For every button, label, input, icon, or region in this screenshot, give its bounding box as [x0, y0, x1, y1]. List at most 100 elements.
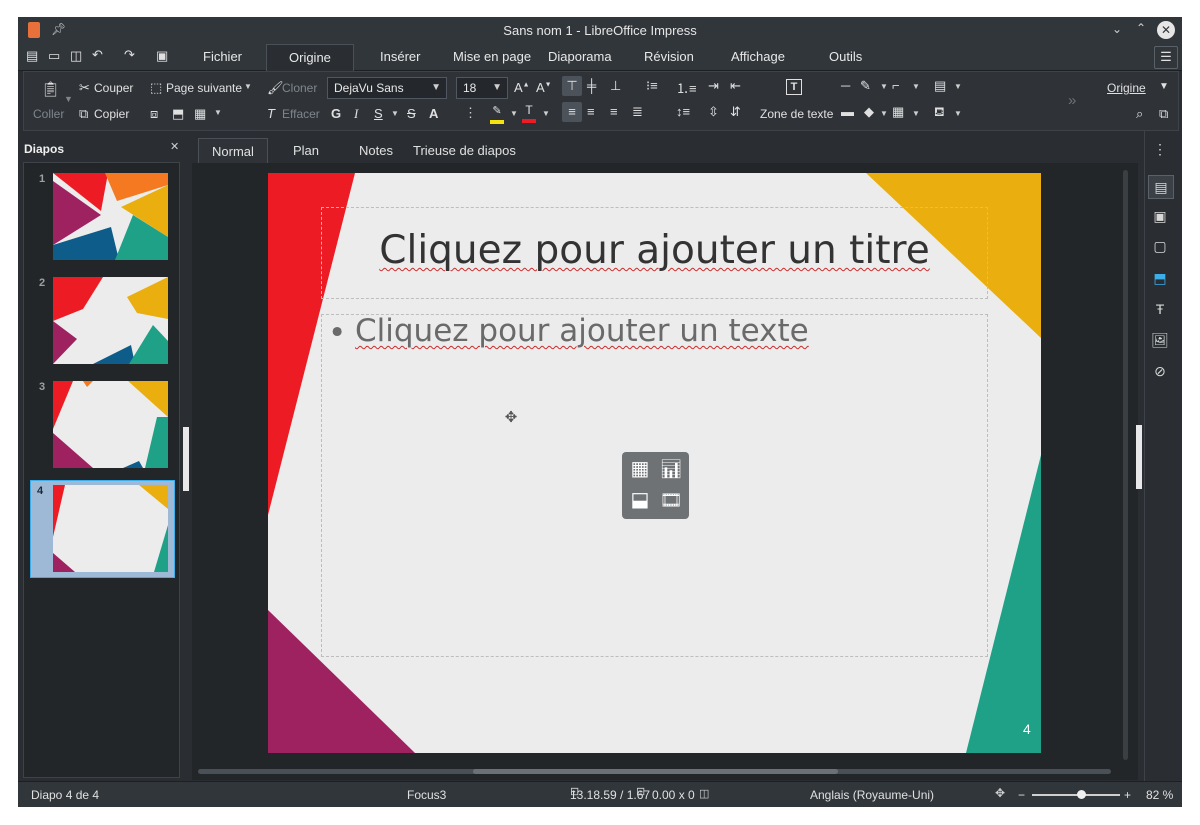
chevron-down-icon[interactable]: ▼ [431, 78, 441, 98]
clone-button[interactable]: Cloner [282, 81, 317, 95]
save-icon[interactable]: ◫ [70, 48, 82, 64]
align-center-icon[interactable]: ≡ [587, 104, 595, 119]
clear-button[interactable]: Effacer [282, 107, 320, 121]
align-left-icon[interactable]: ≡ [562, 102, 582, 122]
align-right-icon[interactable]: ≡ [610, 104, 618, 119]
arrange-icon[interactable]: ▤ [934, 78, 946, 94]
copy-button[interactable]: Copier [94, 107, 129, 121]
insert-table-icon[interactable]: ▦ [628, 457, 652, 481]
insert-video-icon[interactable]: 🎞︎ [659, 488, 683, 512]
zoom-slider-handle[interactable] [1077, 790, 1086, 799]
highlight-color-icon[interactable]: ✎ [490, 104, 504, 124]
char-color-icon[interactable]: T [522, 103, 536, 123]
justify-icon[interactable]: ≣ [632, 104, 643, 120]
properties-icon[interactable]: ▤ [1148, 175, 1174, 199]
grow-font-icon[interactable]: A▲ [514, 80, 530, 95]
font-name-combo[interactable]: DejaVu Sans ▼ [327, 77, 447, 99]
arrange-dropdown-icon[interactable]: ▼ [954, 82, 962, 91]
gallery-icon[interactable]: 🖼︎ [1150, 332, 1170, 349]
shrink-font-icon[interactable]: A▼ [536, 80, 552, 95]
zoom-in-button[interactable]: + [1124, 788, 1131, 802]
vertical-scrollbar[interactable] [1123, 170, 1128, 760]
content-placeholder-box[interactable]: • Cliquez pour ajouter un texte ✥ ▦ 📊︎ ⬓… [321, 313, 988, 657]
duplicate-slide-icon[interactable]: ⧈ [150, 106, 158, 122]
styles-icon[interactable]: Ŧ [1150, 301, 1170, 317]
maximize-icon[interactable]: ⌃ [1136, 21, 1146, 35]
tab-notes[interactable]: Notes [346, 138, 406, 163]
underline-icon[interactable]: S [374, 106, 383, 121]
navigator-icon[interactable]: ⊘ [1150, 363, 1170, 380]
slide-thumbnail-4-selected[interactable]: 4 [30, 480, 175, 578]
table-shape-icon[interactable]: ▦ [892, 104, 904, 120]
title-placeholder-box[interactable]: Cliquez pour ajouter un titre [321, 207, 988, 299]
cut-button[interactable]: Couper [94, 81, 133, 95]
paste-button[interactable]: Coller [33, 107, 64, 121]
highlight-dropdown-icon[interactable]: ▼ [510, 109, 518, 118]
line-icon[interactable]: ─ [841, 78, 850, 93]
paste-dropdown-icon[interactable]: ▼ [64, 94, 73, 104]
slides-panel-splitter[interactable] [183, 427, 189, 491]
tab-plan[interactable]: Plan [280, 138, 332, 163]
slide-thumbnail-1[interactable] [53, 173, 168, 260]
fit-slide-icon[interactable]: ✥ [995, 786, 1005, 800]
tab-diaporama[interactable]: Diaporama [548, 49, 612, 64]
origine-dropdown[interactable]: Origine [1107, 81, 1146, 95]
tab-normal[interactable]: Normal [198, 138, 268, 164]
paragraph-spacing-icon[interactable]: ⇳ [708, 104, 719, 120]
zoom-level[interactable]: 82 % [1146, 788, 1173, 802]
bold-icon[interactable]: G [331, 106, 341, 121]
sidebar-splitter[interactable] [1136, 425, 1142, 489]
tab-mise-en-page[interactable]: Mise en page [453, 49, 531, 64]
insert-chart-icon[interactable]: 📊︎ [659, 457, 683, 481]
slide-thumbnail-2[interactable] [53, 277, 168, 364]
tab-slide-sorter[interactable]: Trieuse de diapos [400, 138, 529, 163]
tab-outils[interactable]: Outils [829, 49, 862, 64]
align-center-v-icon[interactable]: ╪ [587, 78, 596, 93]
customize-icon[interactable]: ⧉ [1159, 106, 1168, 122]
start-presentation-icon[interactable]: ▣ [156, 48, 168, 64]
decrease-indent-icon[interactable]: ⇤ [730, 78, 741, 94]
underline-dropdown-icon[interactable]: ▼ [391, 109, 399, 118]
close-panel-icon[interactable]: ✕ [170, 140, 179, 153]
align-top-icon[interactable]: ⊤ [562, 76, 582, 96]
connector-icon[interactable]: ⌐ [892, 78, 900, 93]
horizontal-scrollbar-thumb[interactable] [473, 769, 838, 774]
origine-dropdown-arrow-icon[interactable]: ▼ [1159, 81, 1169, 92]
close-icon[interactable]: ✕ [1157, 21, 1175, 39]
zoom-out-button[interactable]: − [1018, 788, 1025, 802]
slide-comment-icon[interactable]: ⬒ [172, 106, 184, 122]
fill-color-icon[interactable]: ⛾ [934, 104, 945, 122]
align-bottom-icon[interactable]: ⊥ [610, 78, 621, 94]
language-status[interactable]: Anglais (Royaume-Uni) [810, 788, 934, 802]
overflow-chevron-icon[interactable]: » [1068, 92, 1076, 109]
tab-fichier[interactable]: Fichier [203, 49, 242, 64]
search-icon[interactable]: ⌕ [1136, 106, 1143, 122]
slide-canvas[interactable]: Cliquez pour ajouter un titre • Cliquez … [268, 173, 1041, 753]
line-color-dropdown-icon[interactable]: ▼ [880, 82, 888, 91]
table-shape-dropdown-icon[interactable]: ▼ [912, 109, 920, 118]
slide-layout-icon[interactable]: ▦ [194, 106, 206, 122]
numbered-list-icon[interactable]: ⒈≡ [676, 78, 697, 97]
tab-origine[interactable]: Origine [266, 44, 354, 71]
slide-layout-dropdown-icon[interactable]: ▼ [214, 108, 222, 117]
para-spacing-down-icon[interactable]: ⇵ [730, 104, 741, 120]
font-size-combo[interactable]: 18 ▼ [456, 77, 508, 99]
zoom-slider[interactable] [1032, 790, 1120, 799]
chevron-down-icon[interactable]: ▼ [492, 78, 502, 98]
next-page-button[interactable]: Page suivante [166, 81, 242, 95]
text-box-button[interactable]: Zone de texte [760, 107, 833, 121]
fill-color-dropdown-icon[interactable]: ▼ [954, 109, 962, 118]
next-page-dropdown-icon[interactable]: ▼ [244, 82, 252, 91]
undo-icon[interactable]: ↶ [92, 47, 103, 63]
hamburger-menu-icon[interactable]: ☰ [1154, 46, 1178, 69]
char-color-dropdown-icon[interactable]: ▼ [542, 109, 550, 118]
tab-inserer[interactable]: Insérer [380, 49, 420, 64]
redo-icon[interactable]: ↷ [124, 47, 135, 63]
strikethrough-icon[interactable]: S [407, 106, 416, 121]
font-color-icon[interactable]: ⋮ [464, 105, 477, 121]
paste-icon[interactable]: 📋︎ [41, 80, 60, 98]
animation-icon[interactable]: ▢ [1150, 238, 1170, 255]
tab-revision[interactable]: Révision [644, 49, 694, 64]
open-folder-icon[interactable]: ▭ [48, 48, 60, 64]
sidebar-menu-icon[interactable]: ⋮ [1150, 141, 1170, 158]
